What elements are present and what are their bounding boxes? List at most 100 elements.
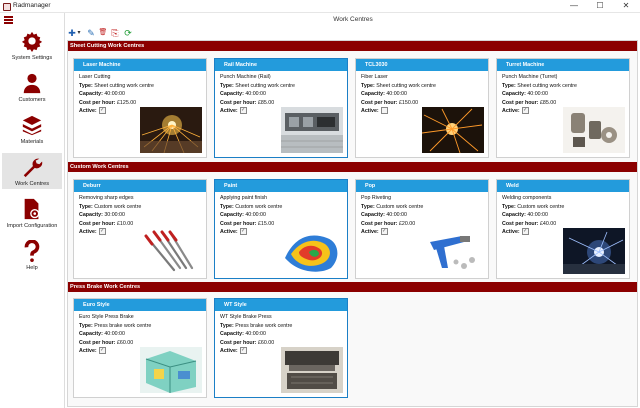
cost-label: Cost per hour: — [79, 220, 116, 227]
sidebar-item-materials[interactable]: Materials — [2, 111, 62, 147]
type-label: Type: — [79, 82, 93, 89]
type-label: Type: — [220, 322, 234, 329]
type-value: Custom work centre — [235, 203, 283, 210]
active-checkbox[interactable]: ✓ — [380, 228, 388, 236]
work-centre-card[interactable]: WT Style WT Style Brake Press Type: Pres… — [214, 298, 348, 398]
cost-label: Cost per hour: — [361, 220, 398, 227]
type-label: Type: — [79, 203, 93, 210]
sidebar: System Settings Customers Materials Work… — [0, 13, 65, 408]
active-checkbox[interactable]: ✓ — [98, 107, 106, 115]
gear-icon — [21, 31, 43, 52]
active-checkbox[interactable]: ✓ — [521, 228, 529, 236]
card-description: Pop Riveting — [361, 195, 392, 201]
work-centre-card[interactable]: Rail Machine Punch Machine (Rail) Type: … — [214, 58, 348, 158]
capacity-value: 40:00:00 — [386, 212, 407, 219]
cost-label: Cost per hour: — [79, 99, 116, 106]
press-brake-euro-image — [140, 347, 202, 393]
cost-label: Cost per hour: — [220, 220, 257, 227]
title-bar: Radmanager — ☐ ✕ — [0, 0, 640, 13]
card-description: WT Style Brake Press — [220, 314, 272, 320]
work-centre-card[interactable]: Pop Pop Riveting Type: Custom work centr… — [355, 179, 489, 279]
cost-label: Cost per hour: — [502, 99, 539, 106]
sidebar-item-import-configuration[interactable]: Import Configuration — [2, 195, 62, 231]
work-centre-card[interactable]: Deburr Removing sharp edges Type: Custom… — [73, 179, 207, 279]
cost-label: Cost per hour: — [220, 99, 257, 106]
paint-image — [281, 228, 343, 274]
sidebar-item-help[interactable]: Help — [2, 237, 62, 273]
active-checkbox[interactable]: ✓ — [239, 347, 247, 355]
cost-value: £125.00 — [116, 99, 137, 106]
capacity-value: 40:00:00 — [104, 331, 125, 338]
toolbar: ✚ ▾ ✎ 🗑 ⎘ ⟳ — [67, 28, 167, 39]
sidebar-item-label: Work Centres — [14, 181, 50, 187]
card-title: Rail Machine — [215, 59, 347, 71]
capacity-label: Capacity: — [79, 212, 103, 219]
type-label: Type: — [502, 203, 516, 210]
active-label: Active: — [79, 348, 97, 355]
work-centre-card[interactable]: Laser Machine Laser Cutting Type: Sheet … — [73, 58, 207, 158]
refresh-button[interactable]: ⟳ — [123, 28, 133, 38]
active-checkbox[interactable] — [380, 107, 388, 115]
work-centre-card[interactable]: Turret Machine Punch Machine (Turret) Ty… — [496, 58, 630, 158]
type-label: Type: — [361, 82, 375, 89]
active-checkbox[interactable]: ✓ — [239, 107, 247, 115]
export-button[interactable]: ⎘ — [110, 28, 120, 38]
hamburger-menu-icon[interactable] — [4, 16, 13, 24]
cost-value: £85.00 — [257, 99, 275, 106]
sidebar-item-label: System Settings — [11, 55, 53, 61]
type-value: Sheet cutting work centre — [376, 82, 436, 89]
punch-machine-image — [281, 107, 343, 153]
card-description: Laser Cutting — [79, 74, 111, 80]
delete-button[interactable]: 🗑 — [98, 28, 108, 38]
active-label: Active: — [79, 108, 97, 115]
sidebar-item-customers[interactable]: Customers — [2, 69, 62, 105]
capacity-value: 40:00:00 — [245, 91, 266, 98]
card-description: Punch Machine (Turret) — [502, 74, 558, 80]
type-value: Sheet cutting work centre — [235, 82, 295, 89]
maximize-button[interactable]: ☐ — [588, 0, 612, 12]
cost-value: £60.00 — [257, 339, 275, 346]
turret-tools-image — [563, 107, 625, 153]
active-label: Active: — [502, 229, 520, 236]
active-checkbox[interactable]: ✓ — [98, 228, 106, 236]
add-dropdown-icon[interactable]: ▾ — [76, 28, 82, 38]
capacity-value: 40:00:00 — [527, 91, 548, 98]
capacity-label: Capacity: — [220, 91, 244, 98]
capacity-label: Capacity: — [220, 331, 244, 338]
active-label: Active: — [220, 348, 238, 355]
active-checkbox[interactable]: ✓ — [239, 228, 247, 236]
active-label: Active: — [361, 108, 379, 115]
type-value: Sheet cutting work centre — [517, 82, 577, 89]
cost-label: Cost per hour: — [220, 339, 257, 346]
cost-value: £60.00 — [116, 339, 134, 346]
press-brake-wt-image — [281, 347, 343, 393]
document-gear-icon — [24, 198, 40, 220]
active-checkbox[interactable]: ✓ — [521, 107, 529, 115]
card-description: Removing sharp edges — [79, 195, 134, 201]
type-label: Type: — [79, 322, 93, 329]
close-button[interactable]: ✕ — [614, 0, 638, 12]
capacity-label: Capacity: — [502, 212, 526, 219]
type-label: Type: — [502, 82, 516, 89]
minimize-button[interactable]: — — [562, 0, 586, 12]
card-title: Euro Style — [74, 299, 206, 311]
edit-button[interactable]: ✎ — [86, 28, 96, 38]
work-centre-card[interactable]: Weld Welding components Type: Custom wor… — [496, 179, 630, 279]
app-icon — [3, 3, 11, 11]
active-label: Active: — [361, 229, 379, 236]
card-title: WT Style — [215, 299, 347, 311]
type-value: Custom work centre — [94, 203, 142, 210]
laser-cutting-image — [140, 107, 202, 153]
card-description: Euro Style Press Brake — [79, 314, 134, 320]
sidebar-item-work-centres[interactable]: Work Centres — [2, 153, 62, 189]
work-centre-card[interactable]: TCL3030 Fiber Laser Type: Sheet cutting … — [355, 58, 489, 158]
work-centre-card[interactable]: Paint Applying paint finish Type: Custom… — [214, 179, 348, 279]
work-centres-panel: Sheet Cutting Work Centres Laser Machine… — [67, 40, 638, 407]
cost-value: £20.00 — [398, 220, 416, 227]
section-header: Custom Work Centres — [68, 162, 637, 172]
type-value: Press brake work centre — [94, 322, 152, 329]
active-checkbox[interactable]: ✓ — [98, 347, 106, 355]
sidebar-item-system-settings[interactable]: System Settings — [2, 27, 62, 63]
work-centre-card[interactable]: Euro Style Euro Style Press Brake Type: … — [73, 298, 207, 398]
type-value: Sheet cutting work centre — [94, 82, 154, 89]
